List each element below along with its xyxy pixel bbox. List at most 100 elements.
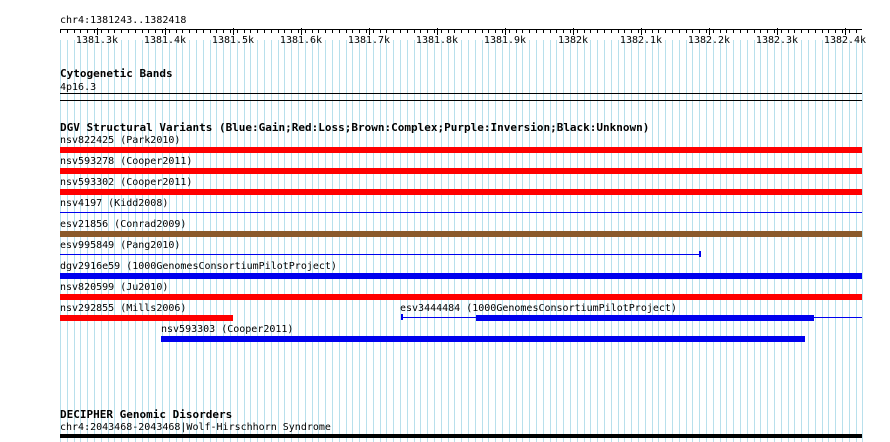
feature-label-esv3444484[interactable]: esv3444484 (1000GenomesConsortiumPilotPr… bbox=[400, 303, 677, 314]
ruler-minor-tick bbox=[339, 29, 340, 33]
ruler-minor-tick bbox=[720, 29, 721, 33]
ruler-minor-tick bbox=[618, 29, 619, 33]
ruler-minor-tick bbox=[502, 29, 503, 33]
ruler-minor-tick bbox=[828, 29, 829, 33]
ruler-tick bbox=[97, 28, 98, 35]
cytoband-label[interactable]: 4p16.3 bbox=[60, 82, 96, 93]
ruler-tick bbox=[641, 28, 642, 35]
ruler-minor-tick bbox=[400, 29, 401, 33]
ruler-minor-tick bbox=[352, 29, 353, 33]
ruler-minor-tick bbox=[774, 29, 775, 33]
ruler-minor-tick bbox=[162, 29, 163, 33]
ruler-minor-tick bbox=[699, 29, 700, 33]
ruler-minor-tick bbox=[733, 29, 734, 33]
ruler-tick-label: 1381.7k bbox=[347, 35, 391, 46]
ruler-minor-tick bbox=[488, 29, 489, 33]
ruler-tick-label: 1381.6k bbox=[279, 35, 323, 46]
ruler-minor-tick bbox=[570, 29, 571, 33]
ruler-minor-tick bbox=[672, 29, 673, 33]
ruler-minor-tick bbox=[230, 29, 231, 33]
genome-browser-view: chr4:1381243..1382418 1381.3k 1381.4k 1381… bbox=[0, 0, 890, 442]
ruler-minor-tick bbox=[713, 29, 714, 33]
ruler-minor-tick bbox=[264, 29, 265, 33]
ruler-tick-label: 1381.8k bbox=[415, 35, 459, 46]
feature-bar-nsv820599[interactable] bbox=[60, 294, 862, 300]
ruler-minor-tick bbox=[686, 29, 687, 33]
ruler-minor-tick bbox=[849, 29, 850, 33]
feature-bar-esv995849[interactable] bbox=[60, 254, 701, 255]
feature-bar-nsv4197[interactable] bbox=[60, 212, 862, 213]
cytoband-track-title: Cytogenetic Bands bbox=[60, 67, 173, 80]
ruler-minor-tick bbox=[346, 29, 347, 33]
ruler-minor-tick bbox=[740, 29, 741, 33]
feature-block-esv3444484[interactable] bbox=[476, 315, 814, 321]
ruler-minor-tick bbox=[679, 29, 680, 33]
ruler-minor-tick bbox=[284, 29, 285, 33]
feature-label-nsv4197[interactable]: nsv4197 (Kidd2008) bbox=[60, 198, 168, 209]
ruler-minor-tick bbox=[74, 29, 75, 33]
feature-label-dgv2916e59[interactable]: dgv2916e59 (1000GenomesConsortiumPilotPr… bbox=[60, 261, 337, 272]
ruler-minor-tick bbox=[842, 29, 843, 33]
ruler-minor-tick bbox=[312, 29, 313, 33]
ruler-minor-tick bbox=[794, 29, 795, 33]
ruler-minor-tick bbox=[495, 29, 496, 33]
ruler-minor-tick bbox=[393, 29, 394, 33]
ruler-tick-label: 1382.3k bbox=[755, 35, 799, 46]
feature-bar-nsv292855[interactable] bbox=[60, 315, 233, 321]
ruler-minor-tick bbox=[563, 29, 564, 33]
ruler-minor-tick bbox=[767, 29, 768, 33]
ruler-minor-tick bbox=[658, 29, 659, 33]
ruler-minor-tick bbox=[114, 29, 115, 33]
ruler-minor-tick bbox=[468, 29, 469, 33]
feature-label-nsv292855[interactable]: nsv292855 (Mills2006) bbox=[60, 303, 186, 314]
ruler-tick-label: 1382k bbox=[557, 35, 589, 46]
ruler-minor-tick bbox=[169, 29, 170, 33]
feature-bar-nsv593278[interactable] bbox=[60, 168, 862, 174]
ruler-minor-tick bbox=[60, 29, 61, 33]
ruler-minor-tick bbox=[237, 29, 238, 33]
ruler-minor-tick bbox=[434, 29, 435, 33]
ruler-tick bbox=[573, 28, 574, 35]
ruler-minor-tick bbox=[665, 29, 666, 33]
ruler-minor-tick bbox=[189, 29, 190, 33]
feature-bar-nsv593303[interactable] bbox=[161, 336, 805, 342]
ruler-minor-tick bbox=[359, 29, 360, 33]
cytoband-bar[interactable] bbox=[60, 93, 862, 94]
feature-label-esv995849[interactable]: esv995849 (Pang2010) bbox=[60, 240, 180, 251]
ruler-minor-tick bbox=[135, 29, 136, 33]
feature-label-nsv593302[interactable]: nsv593302 (Cooper2011) bbox=[60, 177, 192, 188]
ruler-minor-tick bbox=[332, 29, 333, 33]
ruler-minor-tick bbox=[584, 29, 585, 33]
ruler-minor-tick bbox=[543, 29, 544, 33]
ruler-minor-tick bbox=[808, 29, 809, 33]
feature-bar-dgv2916e59[interactable] bbox=[60, 273, 862, 279]
feature-bar-esv21856[interactable] bbox=[60, 231, 862, 237]
ruler-tick bbox=[301, 28, 302, 35]
ruler-tick-label: 1381.5k bbox=[211, 35, 255, 46]
feature-bar-nsv822425[interactable] bbox=[60, 147, 862, 153]
feature-label-nsv820599[interactable]: nsv820599 (Ju2010) bbox=[60, 282, 168, 293]
ruler-minor-tick bbox=[155, 29, 156, 33]
feature-label-nsv822425[interactable]: nsv822425 (Park2010) bbox=[60, 135, 180, 146]
ruler-minor-tick bbox=[441, 29, 442, 33]
ruler-minor-tick bbox=[788, 29, 789, 33]
feature-label-esv21856[interactable]: esv21856 (Conrad2009) bbox=[60, 219, 186, 230]
ruler-minor-tick bbox=[815, 29, 816, 33]
feature-label-nsv593303[interactable]: nsv593303 (Cooper2011) bbox=[161, 324, 293, 335]
ruler-tick bbox=[709, 28, 710, 35]
ruler-minor-tick bbox=[631, 29, 632, 33]
feature-label-nsv593278[interactable]: nsv593278 (Cooper2011) bbox=[60, 156, 192, 167]
ruler-tick bbox=[505, 28, 506, 35]
ruler-minor-tick bbox=[128, 29, 129, 33]
decipher-feature-bar[interactable] bbox=[60, 434, 862, 438]
ruler-minor-tick bbox=[87, 29, 88, 33]
ruler-minor-tick bbox=[182, 29, 183, 33]
ruler-tick-label: 1381.4k bbox=[143, 35, 187, 46]
feature-end-cap-esv995849 bbox=[699, 251, 701, 257]
decipher-feature-label[interactable]: chr4:2043468-2043468|Wolf-Hirschhorn Syn… bbox=[60, 422, 331, 433]
ruler-minor-tick bbox=[475, 29, 476, 33]
ruler-minor-tick bbox=[148, 29, 149, 33]
ruler-minor-tick bbox=[754, 29, 755, 33]
feature-bar-nsv593302[interactable] bbox=[60, 189, 862, 195]
ruler-minor-tick bbox=[407, 29, 408, 33]
